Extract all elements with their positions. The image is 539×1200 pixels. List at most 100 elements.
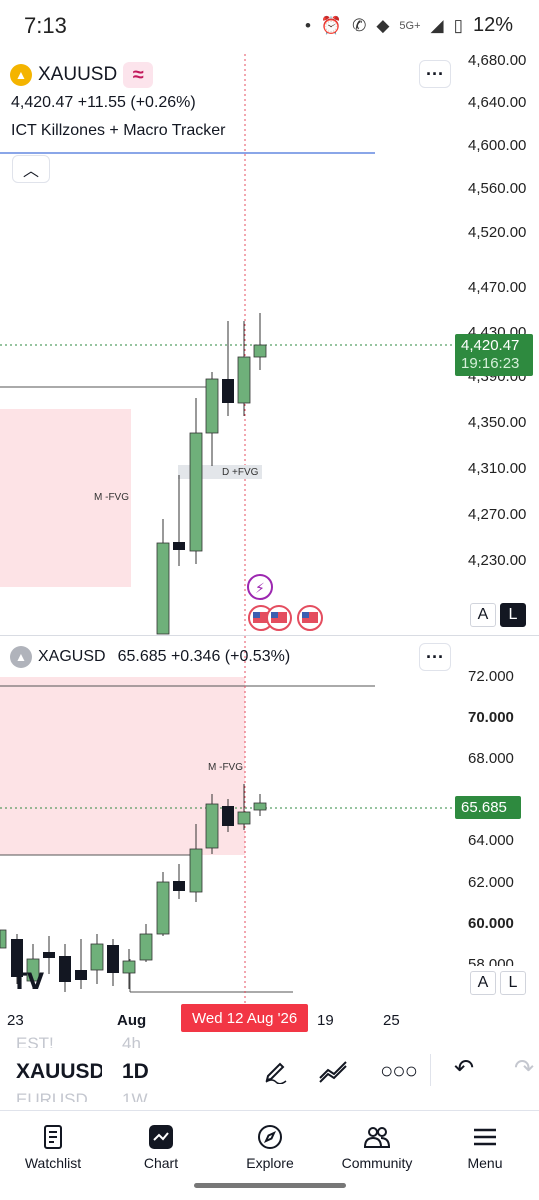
symbol-prev: EST! [16,1034,54,1048]
xau-symbol: XAUUSD [38,64,118,85]
trend-icon [319,1061,347,1083]
battery-icon: ▯ [453,15,463,35]
community-icon [363,1127,391,1148]
axis-tick: 64.000 [468,832,514,849]
axis-tick: 4,600.00 [468,137,527,154]
xau-last-price-badge: 4,420.47 19:16:23 [455,334,533,376]
nav-explore[interactable]: Explore [244,1123,296,1171]
indicator-name[interactable]: ICT Killzones + Macro Tracker [11,122,225,140]
xag-more-button[interactable]: ··· [419,643,451,671]
nav-label: Chart [143,1155,179,1171]
axis-tick: 4,230.00 [468,552,527,569]
axis-tick: 4,560.00 [468,180,527,197]
status-time: 7:13 [24,13,67,38]
dfvg-label: D +FVG [222,467,259,478]
gesture-bar[interactable] [194,1183,346,1188]
axis-tick: 4,270.00 [468,506,527,523]
axis-tick: 68.000 [468,750,514,767]
nav-label: Watchlist [24,1155,82,1171]
interval-picker[interactable]: 1D [122,1060,149,1084]
status-icons: • ⏰ ✆ ◆ 5G+ ◢ ▯ 12% [305,14,513,37]
xau-more-button[interactable]: ··· [419,60,451,88]
chart-canvas[interactable]: M -FVG D +FVG ⚡ M -FVG TV [0,54,539,1034]
candle [156,542,170,635]
xau-legend[interactable]: ▲ XAUUSD ≈ [10,62,154,88]
chart-icon [149,1125,173,1149]
undo-icon: ↶ [454,1055,475,1082]
cell-signal-icon: ◢ [430,15,444,35]
last-price: 4,420.47 [461,337,520,354]
compass-icon [258,1125,282,1149]
hamburger-icon [474,1128,496,1146]
bottom-nav: Watchlist Chart Explore Community Menu [0,1110,539,1178]
candle [205,378,219,434]
auto-scale-button[interactable]: A [470,971,496,995]
nav-chart[interactable]: Chart [141,1123,181,1171]
nav-label: Menu [467,1155,503,1171]
nav-label: Explore [246,1155,294,1171]
redo-button[interactable]: ↷ [514,1054,534,1083]
interval-next: 1W [122,1090,148,1102]
nav-menu[interactable]: Menu [465,1123,505,1171]
watchlist-icon [44,1125,62,1149]
xag-last-price-badge: 65.685 [455,796,521,819]
axis-tick: 72.000 [468,668,514,685]
chevron-up-icon: ︿ [22,163,39,180]
axis-tick: 62.000 [468,874,514,891]
axis-tick: 4,350.00 [468,414,527,431]
axis-tick: 58.000 [468,956,514,966]
circles-icon: ○○○ [380,1058,418,1083]
nav-watchlist[interactable]: Watchlist [23,1123,83,1171]
battery-percent: 12% [472,14,513,36]
axis-tick: 60.000 [468,915,514,932]
candle [189,432,203,552]
dots-icon: ··· [426,646,444,667]
axis-tick: 4,470.00 [468,279,527,296]
auto-scale-button[interactable]: A [470,603,496,627]
candle [237,356,251,404]
undo-button[interactable]: ↶ [454,1054,474,1083]
network-label: 5G+ [399,19,421,32]
xag-symbol: XAGUSD [38,648,106,665]
status-bar: 7:13 • ⏰ ✆ ◆ 5G+ ◢ ▯ 12% [0,0,539,54]
silver-mfvg-label: M -FVG [208,762,243,773]
time-tick: Aug [117,1012,147,1029]
svg-text:⚡: ⚡ [255,581,265,597]
log-scale-button[interactable]: L [500,603,526,627]
gold-symbol-icon: ▲ [10,64,32,86]
silver-symbol-icon: ▲ [10,646,32,668]
more-tools-button[interactable]: ○○○ [380,1058,418,1084]
axis-tick: 4,310.00 [468,460,527,477]
xag-legend[interactable]: ▲ XAGUSD 65.685 +0.346 (+0.53%) [10,646,290,668]
pane-divider[interactable] [0,635,539,636]
redo-icon: ↷ [514,1055,535,1082]
wifi-call-icon: ✆ [352,15,367,35]
symbol-picker[interactable]: XAUUSD [16,1060,102,1084]
crosshair-date-badge: Wed 12 Aug '26 [181,1004,309,1032]
dots-icon: ··· [426,63,444,84]
xau-price-change: 4,420.47 +11.55 (+0.26%) [11,94,196,111]
alarm-icon: ⏰ [320,15,343,35]
log-scale-button[interactable]: L [500,971,526,995]
macro-indicator-icon: ≈ [123,62,154,88]
symbol-next: EURUSD [16,1090,88,1102]
toolbar-divider [430,1054,431,1086]
bar-countdown: 19:16:23 [461,355,520,372]
indicators-button[interactable] [318,1056,350,1084]
axis-tick: 4,520.00 [468,224,527,241]
axis-tick: 4,680.00 [468,52,527,69]
candle [173,542,185,550]
pencil-icon [265,1062,287,1085]
nav-community[interactable]: Community [339,1123,415,1171]
dot-icon: • [304,15,311,35]
signal-icon: ◆ [376,15,390,35]
nav-label: Community [341,1155,413,1171]
event-icons[interactable]: ⚡ [247,574,323,631]
candle [222,379,234,403]
drawing-tools-button[interactable] [262,1056,290,1085]
time-tick: 25 [383,1012,400,1029]
xag-price-change: 65.685 +0.346 (+0.53%) [117,648,291,665]
collapse-legend-button[interactable]: ︿ [12,155,50,183]
time-tick: 23 [7,1012,24,1029]
tradingview-logo: TV [12,970,44,995]
